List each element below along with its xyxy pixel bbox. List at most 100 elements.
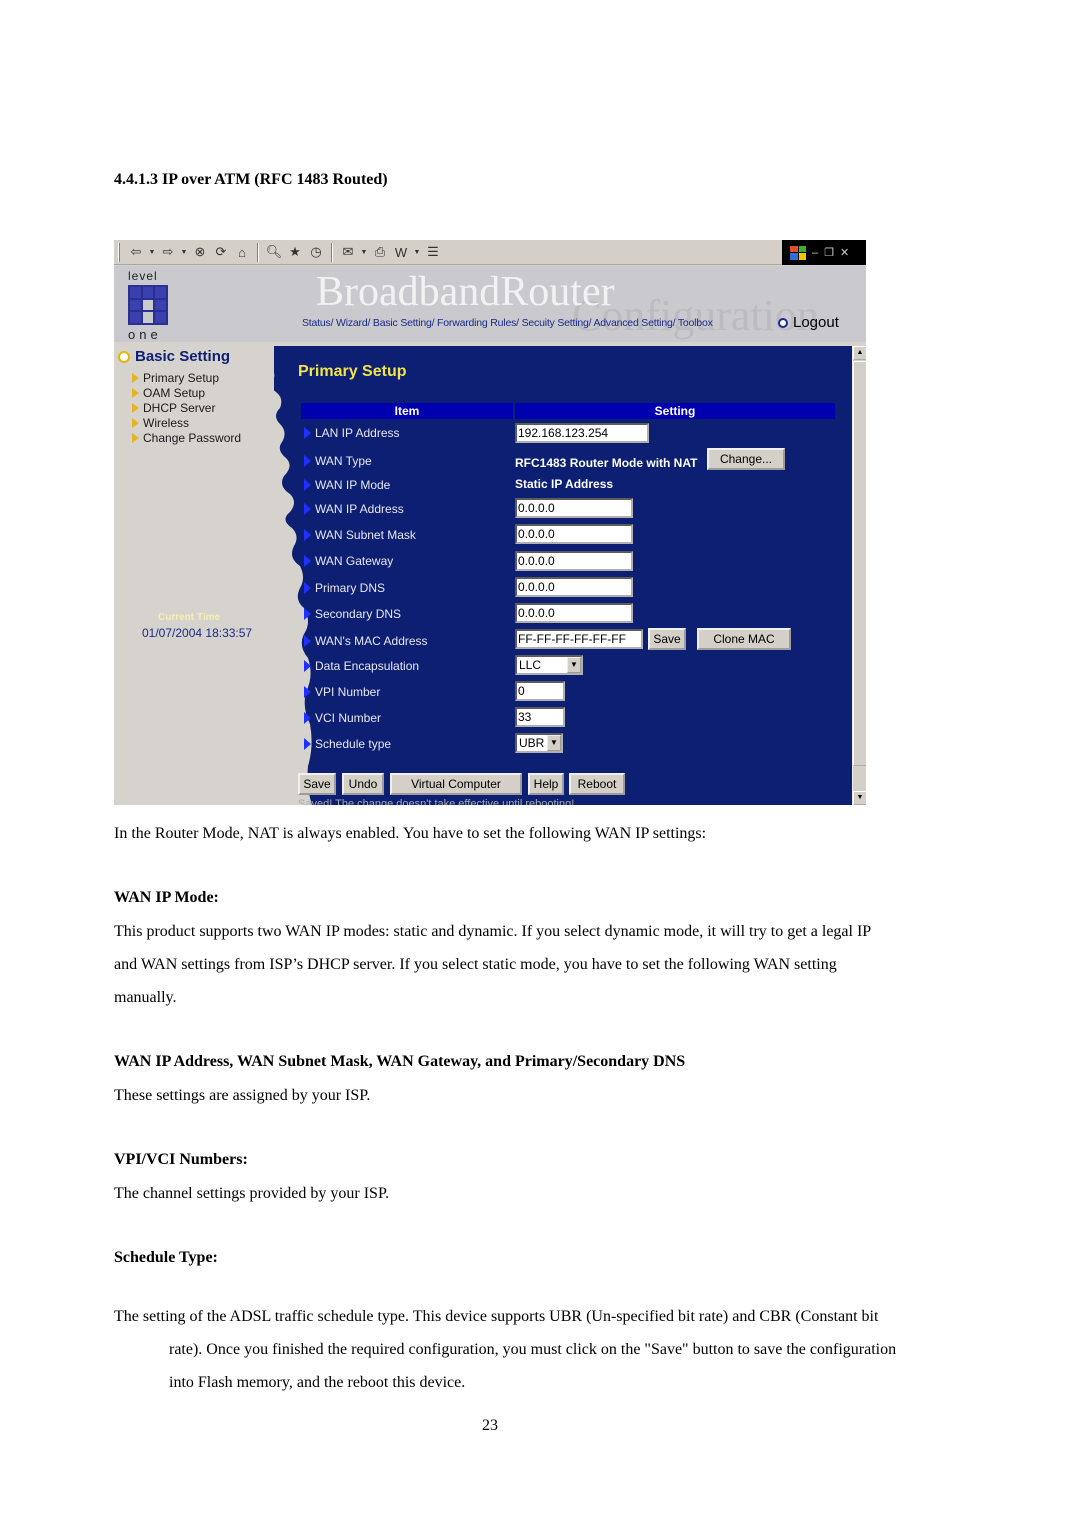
triangle-icon [132, 402, 139, 413]
arrow-icon [304, 529, 311, 541]
primary-dns-input[interactable] [515, 577, 633, 597]
logo-bottom-text: one [128, 327, 162, 342]
nav-wizard[interactable]: Wizard/ [336, 317, 370, 329]
encapsulation-select[interactable]: LLC ▼ [515, 655, 583, 675]
restore-icon[interactable]: ❐ [824, 246, 834, 259]
wan-ip-mode-value: Static IP Address [515, 477, 614, 491]
save-mac-button[interactable]: Save [648, 628, 686, 650]
current-time-value: 01/07/2004 18:33:57 [142, 626, 253, 640]
wan-ip-mode-paragraph: This product supports two WAN IP modes: … [114, 923, 871, 1006]
nav-security-setting[interactable]: Secuity Setting/ [522, 317, 592, 329]
wan-ip-input[interactable] [515, 498, 633, 518]
label-text: WAN Gateway [315, 554, 394, 568]
arrow-icon [304, 582, 311, 594]
arrow-icon [304, 635, 311, 647]
label-text: VCI Number [315, 711, 382, 725]
save-button[interactable]: Save [298, 773, 336, 795]
window-controls: – ❐ ✕ [782, 240, 866, 265]
intro-paragraph: In the Router Mode, NAT is always enable… [114, 825, 707, 842]
mac-address-input[interactable] [515, 629, 643, 649]
mail-dropdown-icon[interactable]: ▼ [360, 249, 368, 256]
wan-mask-input[interactable] [515, 524, 633, 544]
back-dropdown-icon[interactable]: ▼ [148, 249, 156, 256]
nav-basic-setting[interactable]: Basic Setting/ [373, 317, 435, 329]
scroll-up-icon[interactable]: ▲ [853, 346, 866, 360]
label-text: Primary DNS [315, 581, 386, 595]
toolbar-separator [331, 242, 333, 262]
label-encapsulation: Data Encapsulation [304, 658, 419, 674]
chevron-down-icon[interactable]: ▼ [547, 735, 561, 751]
sidebar-item-label: Wireless [143, 415, 190, 430]
undo-button[interactable]: Undo [342, 773, 384, 795]
wan-fields-paragraph: These settings are assigned by your ISP. [114, 1087, 371, 1104]
change-wan-type-button[interactable]: Change... [707, 448, 785, 470]
label-text: WAN IP Address [315, 502, 404, 516]
virtual-computer-button[interactable]: Virtual Computer [390, 773, 522, 795]
reboot-button[interactable]: Reboot [569, 773, 625, 795]
sidebar-item-label: DHCP Server [143, 400, 216, 415]
help-button[interactable]: Help [528, 773, 564, 795]
schedule-type-paragraph: The setting of the ADSL traffic schedule… [114, 1308, 897, 1391]
wan-gateway-input[interactable] [515, 551, 633, 571]
sidebar-item-oam-setup[interactable]: OAM Setup [132, 385, 241, 400]
wan-fields-heading: WAN IP Address, WAN Subnet Mask, WAN Gat… [114, 1053, 686, 1070]
nav-toolbox[interactable]: Toolbox [678, 317, 713, 329]
label-secondary-dns: Secondary DNS [304, 606, 401, 622]
stop-icon[interactable]: ⊗ [191, 243, 209, 261]
scroll-thumb[interactable] [853, 361, 866, 766]
chevron-down-icon[interactable]: ▼ [567, 657, 581, 673]
close-icon[interactable]: ✕ [840, 246, 849, 259]
refresh-icon[interactable]: ⟳ [212, 243, 230, 261]
arrow-icon [304, 686, 311, 698]
nav-forwarding-rules[interactable]: Forwarding Rules/ [437, 317, 519, 329]
wan-type-value: RFC1483 Router Mode with NAT [515, 456, 698, 470]
current-time-label: Current Time [158, 612, 221, 623]
favorites-icon[interactable]: ★ [286, 243, 304, 261]
triangle-icon [132, 432, 139, 443]
sidebar-item-dhcp-server[interactable]: DHCP Server [132, 400, 241, 415]
label-wan-ip-mode: WAN IP Mode [304, 477, 390, 493]
wan-ip-mode-heading: WAN IP Mode: [114, 889, 219, 906]
search-icon[interactable]: 🔍︎ [265, 243, 283, 261]
sidebar-item-wireless[interactable]: Wireless [132, 415, 241, 430]
forward-dropdown-icon[interactable]: ▼ [180, 249, 188, 256]
nav-status[interactable]: Status/ [302, 317, 333, 329]
lan-ip-input[interactable] [515, 423, 649, 443]
vertical-scrollbar[interactable]: ▲ ▼ [852, 346, 866, 805]
clone-mac-button[interactable]: Clone MAC [697, 628, 791, 650]
label-text: Schedule type [315, 737, 392, 751]
back-icon[interactable]: ⇦ [127, 243, 145, 261]
logo-grid-icon [128, 285, 168, 325]
minimize-icon[interactable]: – [812, 247, 818, 259]
label-text: WAN Type [315, 454, 372, 468]
schedule-type-value: UBR [519, 736, 545, 750]
print-icon[interactable]: ⎙ [371, 243, 389, 261]
mail-icon[interactable]: ✉ [339, 243, 357, 261]
history-icon[interactable]: ◷ [307, 243, 325, 261]
edit-dropdown-icon[interactable]: ▼ [413, 249, 421, 256]
label-wan-ip: WAN IP Address [304, 501, 404, 517]
sidebar-item-label: Change Password [143, 430, 242, 445]
arrow-icon [304, 555, 311, 567]
discuss-icon[interactable]: ☰ [424, 243, 442, 261]
label-vpi: VPI Number [304, 684, 380, 700]
schedule-type-select[interactable]: UBR ▼ [515, 733, 563, 753]
sidebar-menu: Primary Setup OAM Setup DHCP Server Wire… [132, 370, 241, 445]
nav-advanced-setting[interactable]: Advanced Setting/ [593, 317, 675, 329]
logout-link[interactable]: Logout [778, 314, 839, 331]
word-icon[interactable]: W [392, 243, 410, 261]
forward-icon[interactable]: ⇨ [159, 243, 177, 261]
vpi-input[interactable] [515, 681, 565, 701]
label-text: Secondary DNS [315, 607, 402, 621]
home-icon[interactable]: ⌂ [233, 243, 251, 261]
vci-input[interactable] [515, 707, 565, 727]
sidebar-item-primary-setup[interactable]: Primary Setup [132, 370, 241, 385]
sidebar: Basic Setting Primary Setup OAM Setup DH… [114, 346, 274, 805]
sidebar-item-label: OAM Setup [143, 385, 206, 400]
sidebar-item-change-password[interactable]: Change Password [132, 430, 241, 445]
label-text: WAN Subnet Mask [315, 528, 416, 542]
sidebar-title[interactable]: Basic Setting [118, 348, 230, 365]
scroll-down-icon[interactable]: ▼ [853, 791, 866, 805]
secondary-dns-input[interactable] [515, 603, 633, 623]
label-wan-gateway: WAN Gateway [304, 553, 393, 569]
